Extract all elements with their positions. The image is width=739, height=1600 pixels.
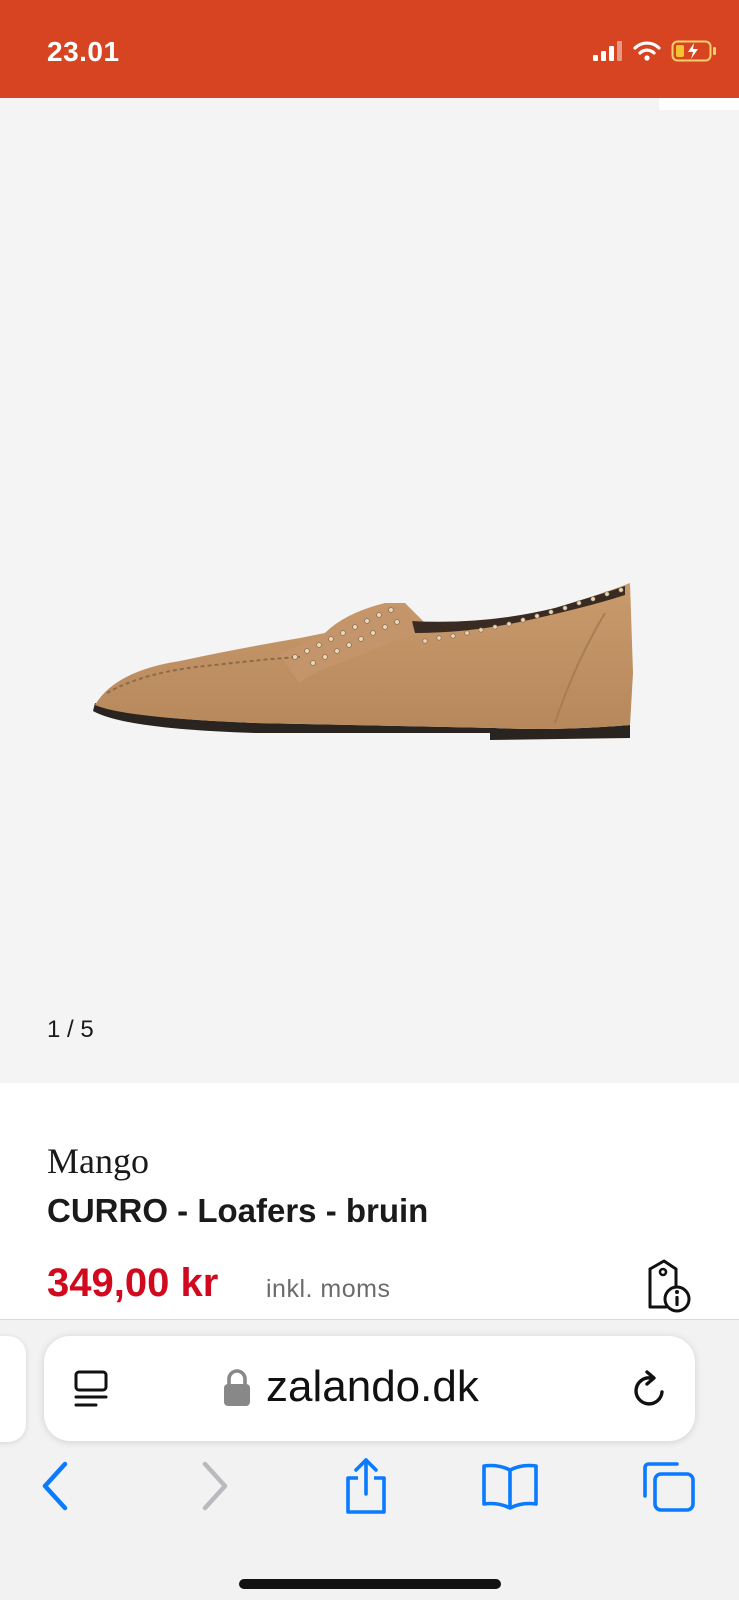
- bookmarks-icon: [482, 1463, 538, 1510]
- reader-view-icon[interactable]: [72, 1368, 112, 1412]
- product-image-gallery[interactable]: 1 / 5: [0, 98, 739, 1083]
- browser-bottom-bar: zalando.dk: [0, 1319, 739, 1600]
- tabs-button[interactable]: [636, 1454, 700, 1518]
- share-icon: [346, 1458, 386, 1514]
- gallery-divider: [659, 98, 739, 110]
- cellular-signal-icon: [593, 41, 622, 61]
- status-icons: [593, 40, 717, 62]
- previous-tab-edge[interactable]: [0, 1336, 26, 1442]
- forward-icon: [202, 1461, 228, 1511]
- home-indicator: [239, 1579, 501, 1589]
- product-info: Mango CURRO - Loafers - bruin 349,00 kr …: [0, 1083, 739, 1319]
- product-title: CURRO - Loafers - bruin: [47, 1192, 429, 1229]
- url-text[interactable]: zalando.dk: [266, 1362, 479, 1412]
- brand-name[interactable]: Mango: [47, 1140, 149, 1182]
- price-tax-note: inkl. moms: [266, 1275, 391, 1303]
- browser-toolbar: [0, 1454, 739, 1534]
- share-button[interactable]: [334, 1454, 398, 1518]
- address-bar[interactable]: zalando.dk: [44, 1336, 695, 1441]
- price-tag-info-icon[interactable]: [644, 1259, 692, 1313]
- status-bar: 23.01: [0, 0, 739, 98]
- reload-icon[interactable]: [629, 1368, 671, 1412]
- battery-charging-icon: [671, 40, 716, 62]
- tabs-icon: [643, 1462, 695, 1512]
- product-price: 349,00 kr: [47, 1261, 219, 1305]
- back-icon: [42, 1461, 68, 1511]
- status-time: 23.01: [47, 36, 120, 67]
- lock-icon: [224, 1369, 250, 1406]
- forward-button[interactable]: [182, 1454, 246, 1518]
- wifi-icon: [633, 41, 661, 61]
- product-image[interactable]: [85, 553, 655, 773]
- image-pager: 1 / 5: [47, 1016, 94, 1043]
- bookmarks-button[interactable]: [478, 1454, 542, 1518]
- back-button[interactable]: [24, 1454, 88, 1518]
